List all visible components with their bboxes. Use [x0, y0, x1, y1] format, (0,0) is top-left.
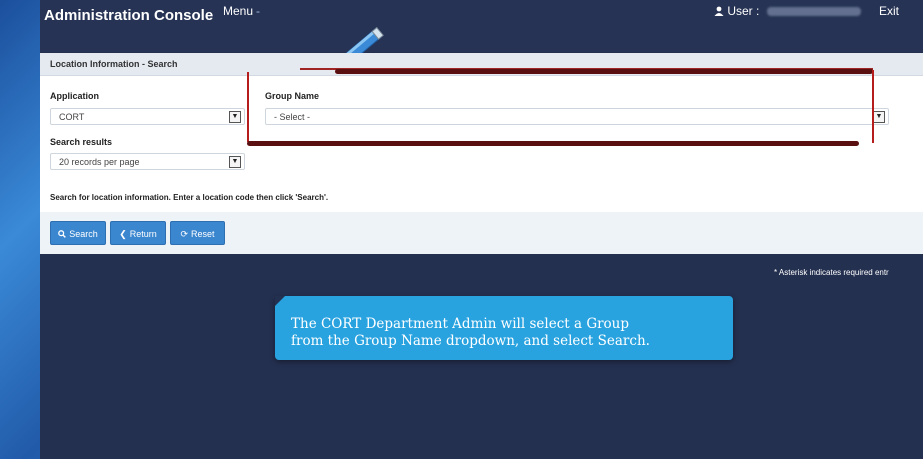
user-info: User :	[714, 4, 861, 18]
search-results-label: Search results	[50, 137, 113, 147]
application-label: Application	[50, 91, 99, 101]
chevron-left-icon: ❮	[119, 229, 127, 239]
exit-link[interactable]: Exit	[879, 4, 899, 18]
chevron-down-icon: ▼	[873, 111, 885, 123]
annotation-box-bottom	[247, 141, 859, 146]
callout-line-2: from the Group Name dropdown, and select…	[291, 333, 650, 349]
annotation-box-top	[335, 69, 873, 74]
group-name-select[interactable]: - Select - ▼	[265, 108, 889, 125]
redacted-username	[766, 7, 861, 17]
menu-dropdown[interactable]: Menu -	[223, 4, 260, 18]
reset-button-label: Reset	[191, 229, 215, 239]
group-name-value: - Select -	[274, 112, 311, 122]
reset-button[interactable]: ⟳ Reset	[170, 221, 225, 245]
annotation-box-left	[247, 72, 249, 142]
group-name-label: Group Name	[265, 91, 320, 101]
application-select[interactable]: CORT ▼	[50, 108, 245, 125]
return-button[interactable]: ❮ Return	[110, 221, 166, 245]
chevron-down-icon: ▼	[229, 156, 241, 168]
return-button-label: Return	[129, 229, 157, 239]
tutorial-callout: The CORT Department Admin will select a …	[275, 296, 733, 360]
application-value: CORT	[59, 112, 85, 122]
app-title: Administration Console	[44, 7, 214, 24]
user-label: User :	[727, 4, 760, 18]
refresh-icon: ⟳	[180, 229, 189, 239]
required-note: * Asterisk indicates required entr	[774, 268, 889, 277]
search-button[interactable]: Search	[50, 221, 106, 245]
callout-line-1: The CORT Department Admin will select a …	[291, 316, 630, 332]
search-hint: Search for location information. Enter a…	[50, 193, 329, 202]
top-bar: Administration Console Menu - User : Exit	[40, 0, 923, 69]
menu-label: Menu	[223, 4, 254, 18]
search-results-value: 20 records per page	[59, 157, 140, 167]
button-bar: Search ❮ Return ⟳ Reset	[40, 212, 923, 254]
search-results-select[interactable]: 20 records per page ▼	[50, 153, 245, 170]
annotation-box-right	[872, 70, 874, 143]
callout-notch	[275, 296, 285, 306]
search-icon	[58, 230, 67, 238]
chevron-down-icon: ▼	[229, 111, 241, 123]
search-panel: Location Information - Search Applicatio…	[40, 53, 923, 212]
menu-caret: -	[256, 4, 261, 18]
search-button-label: Search	[69, 229, 98, 239]
user-icon	[714, 6, 724, 16]
